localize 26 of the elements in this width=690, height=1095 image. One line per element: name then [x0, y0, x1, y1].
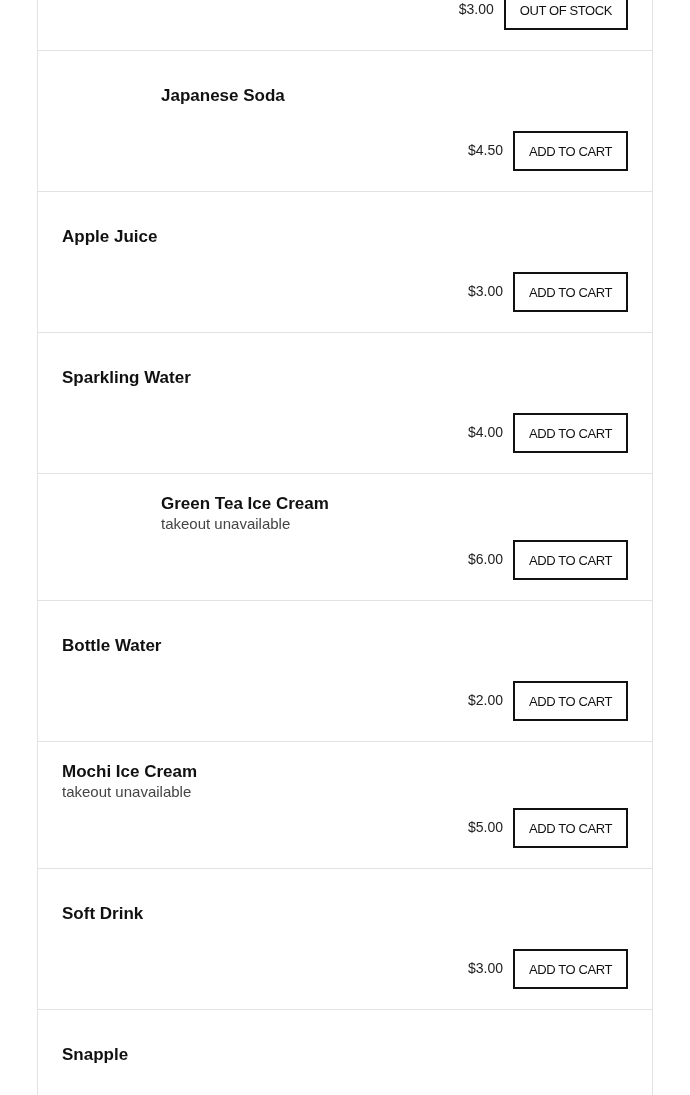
add-to-cart-button[interactable]: ADD TO CART	[513, 413, 628, 453]
item-note: takeout unavailable	[62, 783, 193, 800]
item-note: takeout unavailable	[161, 515, 292, 532]
item-price: $3.00	[467, 283, 503, 299]
item-price: $3.00	[458, 1, 494, 17]
item-name: Mochi Ice Cream	[62, 762, 198, 782]
add-to-cart-button[interactable]: ADD TO CART	[513, 808, 628, 848]
item-price: $3.00	[467, 960, 503, 976]
add-to-cart-button[interactable]: OUT OF STOCK	[503, 0, 628, 30]
item-price: $6.00	[467, 551, 503, 567]
item-name: Apple Juice	[62, 227, 158, 247]
item-price: $5.00	[467, 819, 503, 835]
add-to-cart-button[interactable]: ADD TO CART	[513, 540, 628, 580]
add-to-cart-button[interactable]: ADD TO CART	[513, 949, 628, 989]
item-price: $2.00	[467, 692, 503, 708]
item-name: Green Tea Ice Cream	[161, 494, 329, 514]
add-to-cart-button[interactable]: ADD TO CART	[513, 681, 628, 721]
item-price: $4.00	[467, 424, 503, 440]
item-name: Snapple	[62, 1045, 129, 1065]
item-price: $4.50	[467, 142, 503, 158]
item-name: Sparkling Water	[62, 368, 191, 388]
item-name: Bottle Water	[62, 636, 162, 656]
add-to-cart-button[interactable]: ADD TO CART	[513, 272, 628, 312]
add-to-cart-button[interactable]: ADD TO CART	[513, 131, 628, 171]
item-name: Japanese Soda	[161, 86, 285, 106]
item-name: Soft Drink	[62, 904, 144, 924]
